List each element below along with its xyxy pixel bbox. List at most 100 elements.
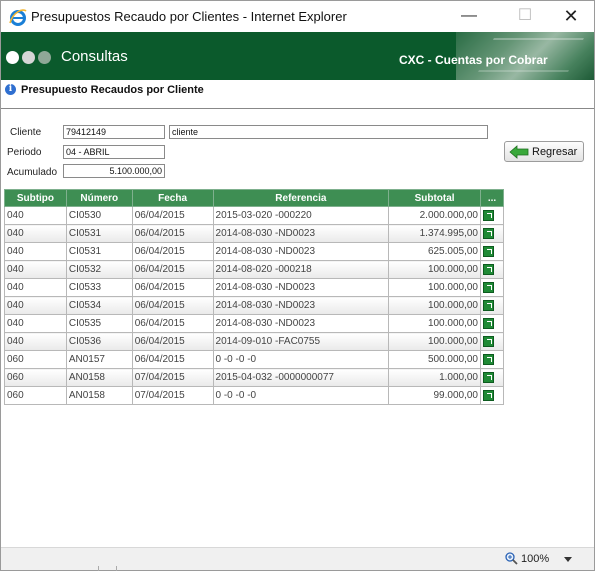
open-detail-icon[interactable] [483,317,494,329]
maximize-button[interactable]: ☐ [513,5,537,27]
cell-fecha: 06/04/2015 [131,350,214,369]
info-icon: i [5,84,16,95]
title-bar: Presupuestos Recaudo por Clientes - Inte… [1,1,594,32]
cell-numero: CI0532 [65,260,133,279]
cell-action [480,368,504,387]
cell-fecha: 07/04/2015 [131,368,214,387]
cell-numero: CI0536 [65,332,133,351]
cell-subtotal: 100.000,00 [388,314,481,333]
cell-subtipo: 040 [4,260,67,279]
cell-fecha: 06/04/2015 [131,314,214,333]
cell-subtotal: 2.000.000,00 [388,206,481,225]
column-header-fecha[interactable]: Fecha [131,189,214,207]
cell-referencia: 2014-08-030 -ND0023 [212,296,390,315]
banner-dot-icon [38,51,51,64]
cell-subtipo: 040 [4,278,67,297]
regresar-button[interactable]: Regresar [504,141,584,162]
regresar-label: Regresar [532,146,578,158]
open-detail-icon[interactable] [483,353,494,365]
cliente-id-field[interactable]: 79412149 [63,125,165,139]
open-detail-icon[interactable] [483,281,494,293]
cell-action [480,314,504,333]
open-detail-icon[interactable] [483,389,494,401]
cell-action [480,278,504,297]
zoom-icon[interactable] [505,552,518,565]
periodo-label: Periodo [7,147,42,158]
cell-referencia: 2014-09-010 -FAC0755 [212,332,390,351]
cell-referencia: 2014-08-020 -000218 [212,260,390,279]
table-row: 040 CI0533 06/04/2015 2014-08-030 -ND0023 10… [4,278,504,297]
status-divider [98,566,99,571]
cell-action [480,206,504,225]
cell-subtipo: 040 [4,296,67,315]
module-title: CXC - Cuentas por Cobrar [399,53,548,67]
cell-subtotal: 1.000,00 [388,368,481,387]
section-title: Consultas [61,48,128,65]
cell-subtotal: 500.000,00 [388,350,481,369]
cell-action [480,332,504,351]
cell-numero: CI0534 [65,296,133,315]
banner-dot-icon [22,51,35,64]
cell-referencia: 2015-04-032 -0000000077 [212,368,390,387]
cell-subtipo: 060 [4,368,67,387]
acumulado-field[interactable]: 5.100.000,00 [63,164,165,178]
table-row: 040 CI0530 06/04/2015 2015-03-020 -000220 2.… [4,206,504,225]
table-row: 060 AN0158 07/04/2015 2015-04-032 -00000000… [4,368,504,387]
cell-numero: CI0533 [65,278,133,297]
cell-fecha: 06/04/2015 [131,206,214,225]
cell-subtotal: 100.000,00 [388,260,481,279]
cell-numero: CI0531 [65,242,133,261]
column-header-referencia[interactable]: Referencia [212,189,390,207]
cell-subtipo: 060 [4,386,67,405]
column-header-numero[interactable]: Número [65,189,133,207]
cell-subtipo: 060 [4,350,67,369]
cell-numero: CI0535 [65,314,133,333]
chevron-down-icon[interactable] [564,557,572,562]
status-divider [116,566,117,571]
cell-action [480,350,504,369]
cliente-name-field[interactable]: cliente [169,125,488,139]
zoom-level[interactable]: 100% [521,553,549,565]
cell-subtipo: 040 [4,332,67,351]
cell-referencia: 0 -0 -0 -0 [212,350,390,369]
column-header-subtipo[interactable]: Subtipo [4,189,67,207]
divider [1,108,594,109]
cell-fecha: 06/04/2015 [131,278,214,297]
open-detail-icon[interactable] [483,209,494,221]
cell-action [480,260,504,279]
cell-numero: AN0158 [65,368,133,387]
column-header-subtotal[interactable]: Subtotal [388,189,481,207]
cell-action [480,242,504,261]
open-detail-icon[interactable] [483,227,494,239]
periodo-field[interactable]: 04 - ABRIL [63,145,165,159]
acumulado-label: Acumulado [7,167,58,178]
cell-subtipo: 040 [4,242,67,261]
cell-numero: AN0157 [65,350,133,369]
open-detail-icon[interactable] [483,371,494,383]
cell-fecha: 07/04/2015 [131,386,214,405]
table-row: 040 CI0531 06/04/2015 2014-08-030 -ND0023 1.… [4,224,504,243]
table-row: 040 CI0532 06/04/2015 2014-08-020 -000218 10… [4,260,504,279]
cliente-label: Cliente [10,127,42,138]
table-row: 040 CI0534 06/04/2015 2014-08-030 -ND0023 10… [4,296,504,315]
cell-subtotal: 100.000,00 [388,278,481,297]
cell-referencia: 0 -0 -0 -0 [212,386,390,405]
cell-subtipo: 040 [4,314,67,333]
cell-numero: AN0158 [65,386,133,405]
cell-fecha: 06/04/2015 [131,296,214,315]
cell-numero: CI0531 [65,224,133,243]
status-bar: 100% [1,547,594,571]
cell-subtotal: 99.000,00 [388,386,481,405]
cell-subtipo: 040 [4,224,67,243]
open-detail-icon[interactable] [483,299,494,311]
cell-subtipo: 040 [4,206,67,225]
cell-referencia: 2014-08-030 -ND0023 [212,224,390,243]
close-button[interactable]: ✕ [559,5,583,27]
banner-dot-icon [6,51,19,64]
open-detail-icon[interactable] [483,263,494,275]
minimize-button[interactable]: — [457,5,481,27]
arrow-left-icon [509,145,529,159]
table-row: 040 CI0535 06/04/2015 2014-08-030 -ND0023 10… [4,314,504,333]
open-detail-icon[interactable] [483,245,494,257]
open-detail-icon[interactable] [483,335,494,347]
